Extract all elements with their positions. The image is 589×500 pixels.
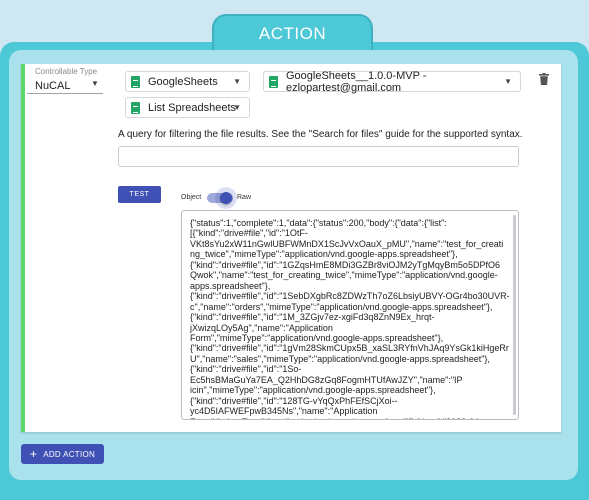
result-line: ng_twice","mimeType":"application/vnd.go… (190, 249, 458, 260)
result-line: VKt8sYu2xW11nGwlUBFWMnDX1ScJvVxOauX_pMU"… (190, 238, 504, 249)
trash-icon[interactable] (539, 73, 549, 85)
result-line: {"kind":"drive#file","id":"1GZqsHmE8MDi3… (190, 259, 500, 270)
result-line: U","name":"sales","mimeType":"applicatio… (190, 353, 490, 364)
chevron-down-icon: ▼ (504, 77, 512, 86)
query-input[interactable] (118, 146, 519, 167)
test-button[interactable]: TEST (118, 186, 161, 203)
toggle-knob[interactable] (220, 192, 232, 204)
result-content: {"status":1,"complete":1,"data":{"status… (190, 218, 510, 419)
method-select-value: List Spreadsheets (148, 101, 237, 114)
google-sheets-icon (269, 75, 278, 88)
account-select[interactable]: GoogleSheets__1.0.0-MVP - ezlopartest@gm… (263, 69, 521, 94)
app-select[interactable]: GoogleSheets ▼ (125, 71, 250, 92)
result-line: apps.spreadsheet"}, (190, 280, 271, 291)
app-select-value: GoogleSheets (148, 75, 218, 88)
result-scrollbar[interactable] (513, 215, 516, 415)
result-textarea[interactable]: {"status":1,"complete":1,"data":{"status… (181, 210, 519, 420)
result-line: yc4D5IAFWEFpwB345Ns","name":"Application (190, 406, 378, 417)
action-title: ACTION (258, 24, 327, 43)
result-line: {"kind":"drive#file","id":"1SebDXgbRc8ZD… (190, 291, 510, 302)
controllable-type-value: NuCAL (35, 80, 71, 92)
result-line: icin","mimeType":"application/vnd.google… (190, 385, 436, 396)
result-line: Qwok","name":"test_for_creating_twice","… (190, 270, 498, 281)
toggle-option-raw[interactable]: Raw (237, 194, 251, 201)
method-select[interactable]: List Spreadsheets ▼ (125, 97, 250, 118)
result-line: Ec5hsBMaGuYa7EA_Q2HhDG8zGq8FogmHTUfAwJZY… (190, 374, 463, 385)
result-line: Form","mimeType":"application/vnd.google… (190, 332, 444, 343)
google-sheets-icon (131, 75, 140, 88)
result-line: c","name":"orders","mimeType":"applicati… (190, 301, 493, 312)
result-line: {"status":1,"complete":1,"data":{"status… (190, 218, 447, 228)
result-line: {"kind":"drive#file","id":"1gVm28SkmCUpx… (190, 343, 509, 354)
toggle-option-object[interactable]: Object (181, 194, 201, 201)
action-tab-header: ACTION (212, 14, 373, 52)
add-action-button[interactable]: + ADD ACTION (21, 444, 104, 464)
query-description: A query for filtering the file results. … (118, 129, 523, 140)
google-sheets-icon (131, 101, 140, 114)
result-line: jXwizqLOy5Ag","name":"Application (190, 322, 333, 333)
plus-icon: + (29, 447, 38, 461)
result-line: {"kind":"drive#file","id":"1So- (190, 364, 302, 375)
chevron-down-icon: ▼ (233, 77, 241, 86)
result-line: {"kind":"drive#file","id":"1M_3ZGjv7ez-x… (190, 312, 435, 323)
result-line: Form","mimeType":"application/vnd.google… (190, 417, 508, 419)
chevron-down-icon: ▼ (233, 103, 241, 112)
controllable-type-label: Controllable Type (35, 67, 98, 76)
result-line: [{"kind":"drive#file","id":"1OtF- (190, 228, 308, 239)
result-line: {"kind":"drive#file","id":"128TG-vYqQxPh… (190, 395, 398, 406)
add-action-label: ADD ACTION (43, 449, 96, 459)
account-select-value: GoogleSheets__1.0.0-MVP - ezlopartest@gm… (286, 69, 427, 94)
chevron-down-icon: ▼ (91, 79, 99, 88)
